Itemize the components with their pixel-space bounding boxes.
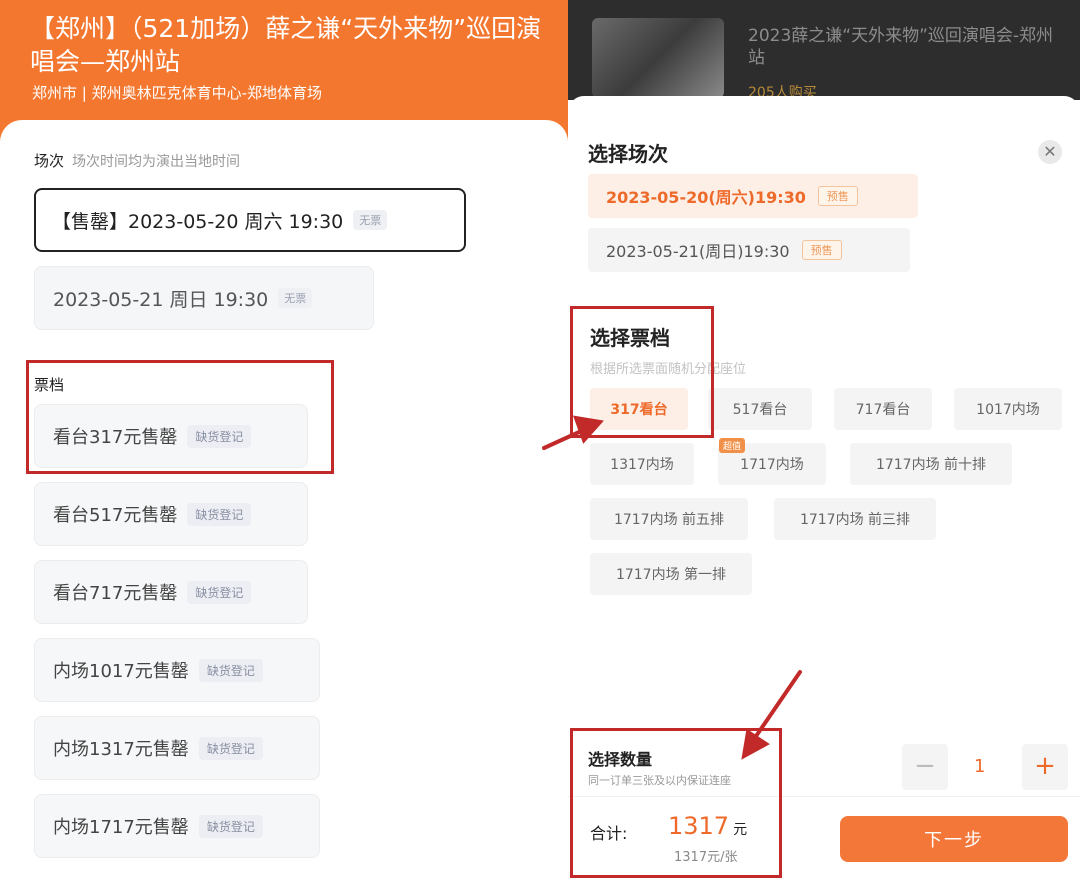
tier-option-3[interactable]: 看台717元售罄 缺货登记 — [34, 560, 308, 624]
value-tag: 超值 — [719, 438, 746, 453]
session-label: 场次 — [34, 152, 65, 170]
tier-chip-1717-top3[interactable]: 1717内场 前三排 — [774, 498, 936, 540]
session-option-1-selected[interactable]: 2023-05-20(周六)19:30 预售 — [588, 174, 918, 218]
tier-chip-1717-row1[interactable]: 1717内场 第一排 — [590, 553, 752, 595]
session-option-2[interactable]: 2023-05-21 周日 19:30 无票 — [34, 266, 374, 330]
right-screenshot: 2023薛之谦“天外来物”巡回演唱会-郑州站 205人购买 选择场次 ✕ 202… — [568, 0, 1080, 880]
tier-chip-1717-top10[interactable]: 1717内场 前十排 — [850, 443, 1012, 485]
no-ticket-badge: 无票 — [278, 288, 313, 308]
highlight-box — [26, 360, 334, 474]
tier-chip-1717-top5[interactable]: 1717内场 前五排 — [590, 498, 748, 540]
session-section-header: 场次 场次时间均为演出当地时间 — [34, 150, 240, 171]
highlight-box — [570, 728, 782, 878]
tier-text: 内场1017元售罄 — [53, 661, 189, 682]
tier-option-5[interactable]: 内场1317元售罄 缺货登记 — [34, 716, 320, 780]
session-option-2[interactable]: 2023-05-21(周日)19:30 预售 — [588, 228, 910, 272]
no-ticket-badge: 无票 — [353, 210, 388, 230]
waitlist-register-button[interactable]: 缺货登记 — [187, 580, 252, 604]
quantity-value: 1 — [974, 756, 986, 777]
event-venue: 郑州市 | 郑州奥林匹克体育中心-郑地体育场 — [32, 84, 323, 102]
quantity-decrease-button[interactable]: − — [902, 744, 948, 790]
waitlist-register-button[interactable]: 缺货登记 — [198, 658, 263, 682]
session-text: 【售罄】2023-05-20 周六 19:30 — [52, 210, 344, 233]
tier-text: 看台517元售罄 — [53, 505, 178, 526]
tier-option-4[interactable]: 内场1017元售罄 缺货登记 — [34, 638, 320, 702]
close-icon[interactable]: ✕ — [1038, 140, 1062, 164]
tier-text: 内场1717元售罄 — [53, 817, 189, 838]
next-step-button[interactable]: 下一步 — [840, 816, 1068, 862]
event-poster — [592, 18, 724, 98]
waitlist-register-button[interactable]: 缺货登记 — [198, 736, 263, 760]
waitlist-register-button[interactable]: 缺货登记 — [198, 814, 263, 838]
highlight-box — [570, 306, 714, 438]
tier-chip-1017[interactable]: 1017内场 — [954, 388, 1062, 430]
event-title: 【郑州】（521加场）薛之谦“天外来物”巡回演唱会—郑州站 — [30, 14, 542, 76]
event-summary-title: 2023薛之谦“天外来物”巡回演唱会-郑州站 — [748, 26, 1054, 68]
tier-text: 看台717元售罄 — [53, 583, 178, 604]
tier-text: 内场1317元售罄 — [53, 739, 189, 760]
presale-badge: 预售 — [817, 186, 858, 206]
session-text: 2023-05-20(周六)19:30 — [606, 188, 806, 207]
session-text: 2023-05-21 周日 19:30 — [53, 288, 269, 311]
left-screenshot: 【郑州】（521加场）薛之谦“天外来物”巡回演唱会—郑州站 郑州市 | 郑州奥林… — [0, 0, 568, 880]
session-section-title: 选择场次 — [588, 142, 668, 166]
session-text: 2023-05-21(周日)19:30 — [606, 242, 790, 261]
tier-chip-517[interactable]: 517看台 — [708, 388, 812, 430]
tier-chip-1317[interactable]: 1317内场 — [590, 443, 694, 485]
session-hint: 场次时间均为演出当地时间 — [72, 154, 241, 170]
presale-badge: 预售 — [801, 240, 842, 260]
quantity-increase-button[interactable]: + — [1022, 744, 1068, 790]
tier-option-2[interactable]: 看台517元售罄 缺货登记 — [34, 482, 308, 546]
waitlist-register-button[interactable]: 缺货登记 — [187, 502, 252, 526]
session-option-1[interactable]: 【售罄】2023-05-20 周六 19:30 无票 — [34, 188, 466, 252]
tier-option-6[interactable]: 内场1717元售罄 缺货登记 — [34, 794, 320, 858]
tier-chip-717[interactable]: 717看台 — [834, 388, 932, 430]
event-summary-bar: 2023薛之谦“天外来物”巡回演唱会-郑州站 205人购买 — [568, 0, 1080, 101]
